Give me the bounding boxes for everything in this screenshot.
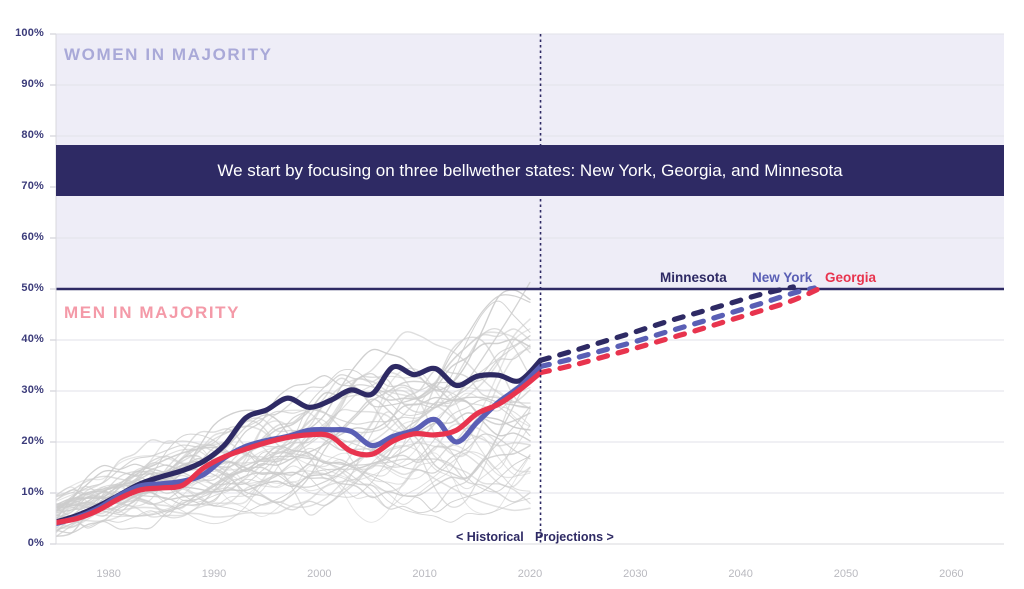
y-axis-tick-100: 100%: [15, 27, 44, 39]
men-majority-label: MEN IN MAJORITY: [64, 303, 241, 322]
y-axis-tick-10: 10%: [21, 486, 44, 498]
y-axis-tick-90: 90%: [21, 78, 44, 90]
x-axis-tick-2040: 2040: [728, 568, 753, 580]
chart-container: 0% 10% 20% 30% 40% 50% 60% 70% 80% 90% 100% 1980 19…: [0, 0, 1024, 589]
y-axis-tick-30: 30%: [21, 384, 44, 396]
legend-item-new-york[interactable]: New York: [752, 270, 812, 285]
annotation-banner: We start by focusing on three bellwether…: [56, 145, 1004, 196]
line-chart-svg: [50, 33, 1004, 545]
annotation-banner-text: We start by focusing on three bellwether…: [217, 160, 843, 180]
y-axis-tick-60: 60%: [21, 231, 44, 243]
x-axis-tick-2000: 2000: [307, 568, 332, 580]
x-axis-tick-2010: 2010: [412, 568, 437, 580]
y-axis-tick-50: 50%: [21, 282, 44, 294]
x-axis-tick-2030: 2030: [623, 568, 648, 580]
projections-era-label: Projections >: [535, 530, 614, 544]
y-axis-tick-80: 80%: [21, 129, 44, 141]
historical-era-label: < Historical: [456, 530, 524, 544]
y-axis-tick-0: 0%: [27, 537, 44, 549]
legend-item-minnesota[interactable]: Minnesota: [660, 270, 727, 285]
x-axis-tick-2050: 2050: [833, 568, 859, 580]
x-axis-tick-1990: 1990: [201, 568, 227, 580]
y-axis-tick-40: 40%: [21, 333, 44, 345]
x-axis-tick-2060: 2060: [939, 568, 964, 580]
x-axis-tick-1980: 1980: [96, 568, 121, 580]
legend-item-georgia[interactable]: Georgia: [825, 270, 876, 285]
y-axis-tick-20: 20%: [21, 435, 44, 447]
women-majority-label: WOMEN IN MAJORITY: [64, 45, 273, 64]
y-axis-tick-70: 70%: [21, 180, 44, 192]
x-axis-tick-2020: 2020: [517, 568, 543, 580]
